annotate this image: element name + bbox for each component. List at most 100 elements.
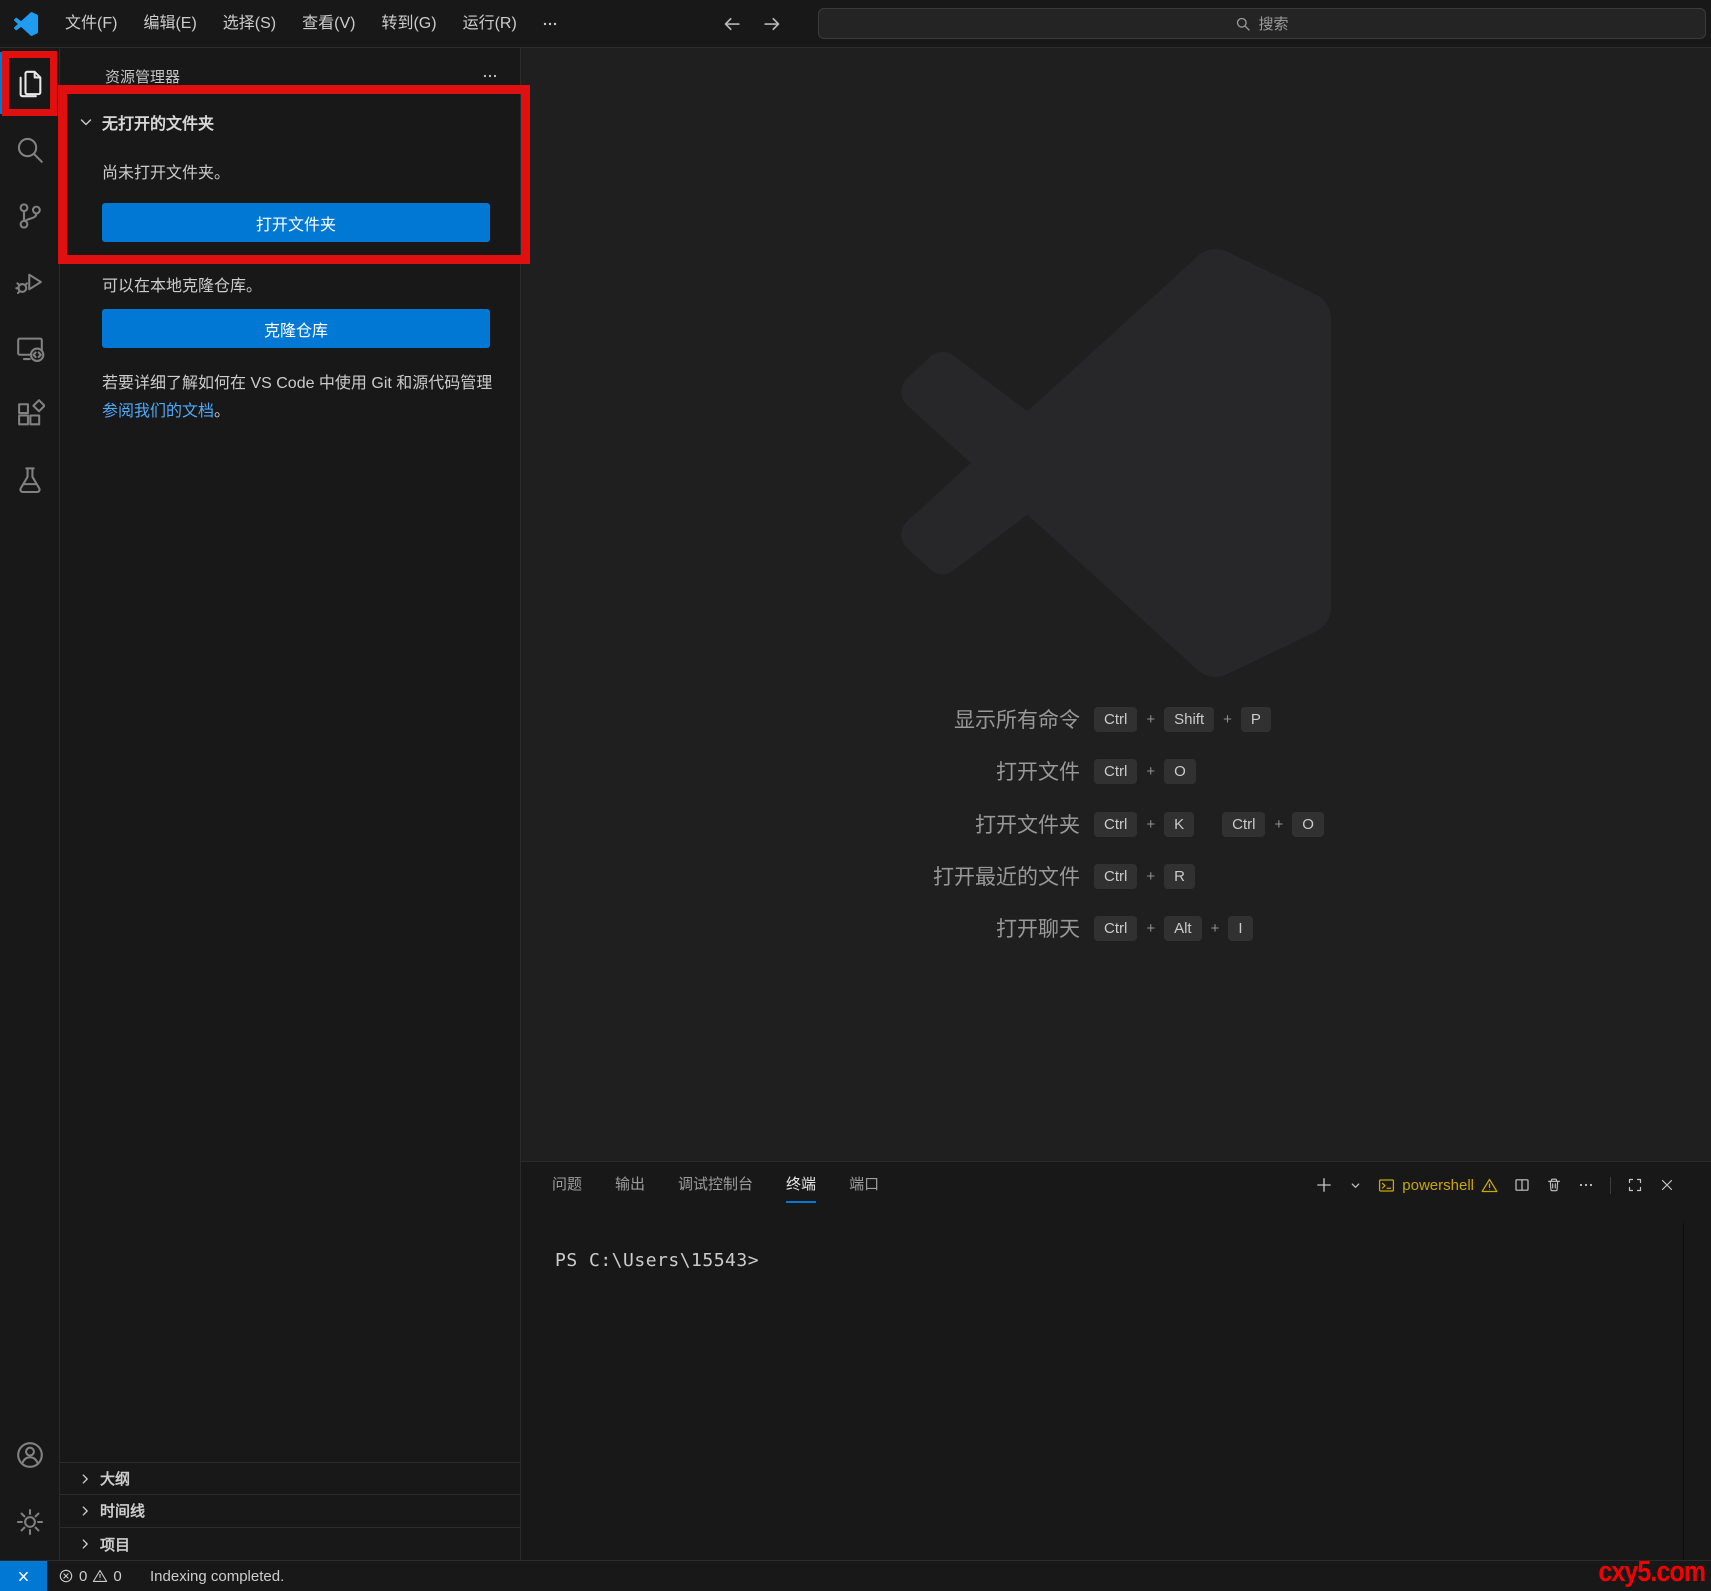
key-chip: O [1292, 811, 1324, 837]
menu-goto[interactable]: 转到(G) [368, 0, 449, 48]
search-placeholder: 搜索 [1258, 16, 1289, 33]
tab-output[interactable]: 输出 [615, 1162, 645, 1208]
sidebar-header: 资源管理器 [60, 58, 520, 94]
terminal-profile-label: powershell [1402, 1176, 1474, 1194]
explorer-icon[interactable] [0, 52, 59, 116]
run-debug-icon[interactable] [0, 250, 59, 314]
plus-separator: + [1146, 762, 1156, 780]
source-control-icon[interactable] [0, 184, 59, 248]
shortcut-row: 打开聊天 Ctrl + Alt + I [521, 910, 1711, 946]
new-terminal-icon[interactable] [1315, 1176, 1333, 1194]
section-no-folder-header[interactable]: 无打开的文件夹 [60, 106, 520, 138]
plus-separator: + [1146, 867, 1156, 885]
key-chip: Ctrl [1094, 863, 1138, 889]
docs-link[interactable]: 参阅我们的文档 [102, 403, 214, 420]
shortcut-row: 打开最近的文件 Ctrl + R [521, 858, 1711, 894]
forward-arrow-icon[interactable] [762, 14, 782, 34]
section-project[interactable]: 项目 [60, 1527, 520, 1560]
close-panel-icon[interactable] [1659, 1177, 1675, 1193]
remote-explorer-icon[interactable] [0, 316, 59, 380]
title-bar: 文件(F) 编辑(E) 选择(S) 查看(V) 转到(G) 运行(R) 搜索 [0, 0, 1711, 48]
site-watermark: cxy5.com [1598, 1556, 1706, 1588]
section-timeline[interactable]: 时间线 [60, 1494, 520, 1526]
terminal-dropdown-icon[interactable] [1349, 1179, 1362, 1192]
back-arrow-icon[interactable] [722, 14, 742, 34]
testing-icon[interactable] [0, 448, 59, 512]
remote-indicator[interactable] [0, 1561, 47, 1591]
key-chip: K [1164, 811, 1195, 837]
warning-icon [93, 1569, 108, 1582]
sidebar-title: 资源管理器 [105, 69, 181, 86]
kill-terminal-icon[interactable] [1546, 1177, 1562, 1193]
section-project-label: 项目 [100, 1536, 131, 1554]
maximize-panel-icon[interactable] [1627, 1177, 1643, 1193]
shortcut-label: 显示所有命令 [954, 709, 1080, 732]
shortcut-label: 打开文件 [996, 761, 1080, 784]
empty-folder-text: 尚未打开文件夹。 [102, 165, 231, 182]
terminal-prompt[interactable]: PS C:\Users\15543> [555, 1250, 759, 1271]
menu-run[interactable]: 运行(R) [450, 0, 530, 48]
terminal-profile[interactable]: powershell [1378, 1177, 1498, 1194]
key-chip: Ctrl [1094, 811, 1138, 837]
menu-selection[interactable]: 选择(S) [210, 0, 289, 48]
tab-ports[interactable]: 端口 [849, 1162, 879, 1208]
search-icon [1237, 17, 1251, 31]
search-view-icon[interactable] [0, 118, 59, 182]
plus-separator: + [1146, 710, 1156, 728]
menu-more-icon[interactable] [530, 0, 570, 48]
chevron-right-icon [78, 1472, 92, 1486]
git-docs-period: 。 [214, 403, 231, 420]
tab-debug-console[interactable]: 调试控制台 [678, 1162, 753, 1208]
settings-gear-icon[interactable] [0, 1490, 59, 1554]
split-terminal-icon[interactable] [1514, 1177, 1530, 1193]
key-chip: Shift [1164, 706, 1215, 732]
extensions-icon[interactable] [0, 382, 59, 446]
menu-file[interactable]: 文件(F) [52, 0, 130, 48]
vscode-logo-icon [14, 12, 38, 36]
status-bar: 0 0 Indexing completed. [0, 1560, 1711, 1591]
warning-count: 0 [113, 1567, 122, 1585]
section-outline[interactable]: 大纲 [60, 1462, 520, 1494]
toolbar-divider [1610, 1176, 1611, 1194]
vscode-window: 文件(F) 编辑(E) 选择(S) 查看(V) 转到(G) 运行(R) 搜索 资… [0, 0, 1711, 1591]
clone-repo-button[interactable]: 克隆仓库 [102, 309, 490, 348]
shortcut-row: 显示所有命令 Ctrl + Shift + P [521, 701, 1711, 737]
bottom-panel: 问题 输出 调试控制台 终端 端口 powershell PS C:\Users… [521, 1161, 1711, 1561]
panel-toolbar: powershell [1315, 1162, 1675, 1208]
key-chip: R [1164, 863, 1195, 889]
key-chip: Ctrl [1094, 758, 1138, 784]
chevron-right-icon [78, 1537, 92, 1551]
search-input[interactable]: 搜索 [818, 8, 1706, 39]
chevron-right-icon [78, 1504, 92, 1518]
plus-separator: + [1146, 919, 1156, 937]
editor-area: 显示所有命令 Ctrl + Shift + P 打开文件 Ctrl + O 打开… [521, 48, 1711, 1161]
menu-view[interactable]: 查看(V) [289, 0, 368, 48]
section-timeline-label: 时间线 [100, 1503, 146, 1520]
problems-status[interactable]: 0 0 [58, 1561, 122, 1591]
git-docs-text: 若要详细了解如何在 VS Code 中使用 Git 和源代码管理 [102, 375, 493, 392]
tab-problems[interactable]: 问题 [552, 1162, 582, 1208]
account-icon[interactable] [0, 1423, 59, 1487]
panel-more-icon[interactable] [1578, 1177, 1594, 1193]
menu-bar: 文件(F) 编辑(E) 选择(S) 查看(V) 转到(G) 运行(R) [52, 0, 570, 48]
plus-separator: + [1274, 815, 1284, 833]
sidebar-explorer: 资源管理器 无打开的文件夹 尚未打开文件夹。 打开文件夹 可以在本地克隆仓库。 … [60, 48, 521, 1560]
key-chip: Ctrl [1094, 915, 1138, 941]
shortcut-row: 打开文件 Ctrl + O [521, 753, 1711, 789]
warning-icon [1481, 1178, 1498, 1192]
status-message[interactable]: Indexing completed. [150, 1561, 284, 1591]
terminal-scrollbar[interactable] [1683, 1223, 1684, 1561]
shortcut-row: 打开文件夹 Ctrl + K Ctrl + O [521, 806, 1711, 842]
key-chip: P [1240, 706, 1271, 732]
key-chip: Ctrl [1222, 811, 1266, 837]
plus-separator: + [1223, 710, 1232, 728]
chevron-down-icon [78, 114, 94, 130]
tab-terminal[interactable]: 终端 [786, 1162, 817, 1208]
menu-edit[interactable]: 编辑(E) [130, 0, 209, 48]
sidebar-more-icon[interactable] [478, 64, 502, 88]
key-chip: Alt [1164, 915, 1202, 941]
remote-icon [19, 1571, 28, 1581]
vscode-watermark-logo [901, 249, 1331, 677]
open-folder-button[interactable]: 打开文件夹 [102, 203, 490, 242]
error-icon [59, 1569, 73, 1583]
